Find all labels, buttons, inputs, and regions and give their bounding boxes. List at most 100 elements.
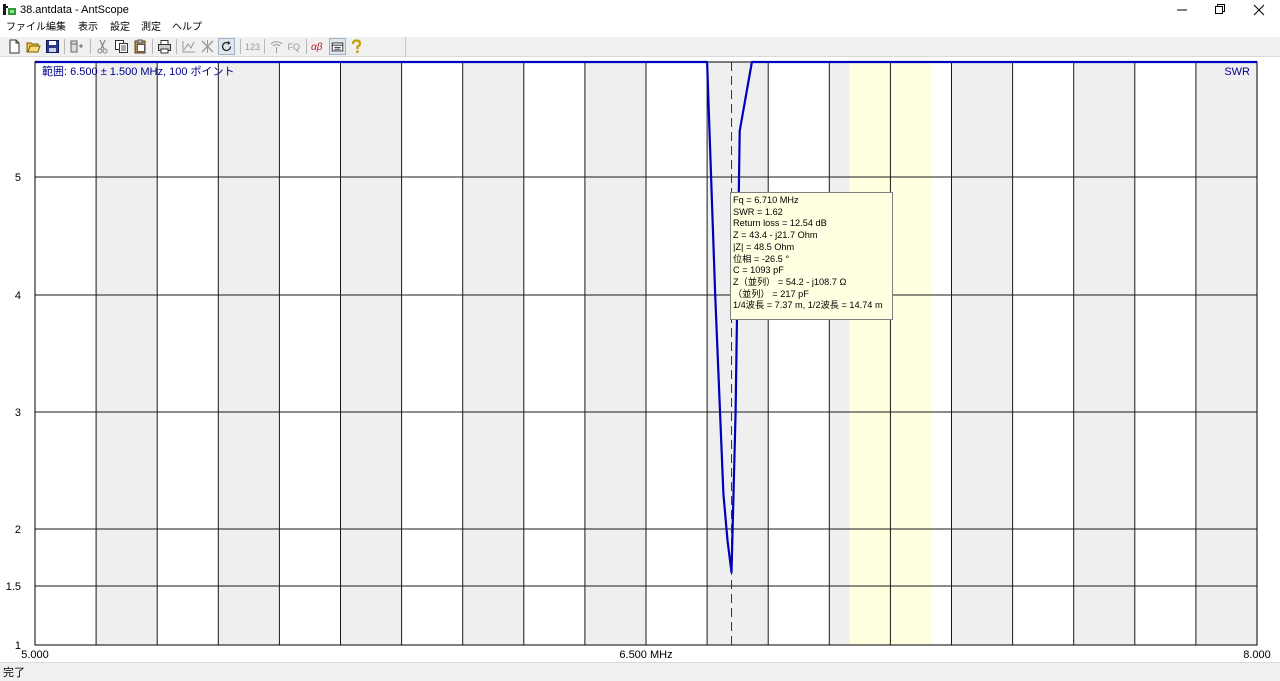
add-marker-icon <box>70 40 83 53</box>
tooltip-capacitance: C = 1093 pF <box>733 265 784 276</box>
grid-column-band <box>401 62 463 645</box>
menu-file[interactable]: ファイル <box>6 21 46 35</box>
minimize-button[interactable] <box>1165 0 1199 20</box>
alpha-beta-label: αβ <box>311 42 323 53</box>
grid-column-band <box>1012 62 1074 645</box>
grid-column-band <box>584 62 646 645</box>
minimize-icon <box>1177 9 1187 11</box>
close-icon <box>1253 4 1265 16</box>
antenna-button[interactable] <box>268 38 285 55</box>
grid-column-band <box>1134 62 1196 645</box>
swr-chart[interactable]: 5 4 3 2 1.5 1 5.000 6.500 MHz 8.000 範囲: 6.500 ±… <box>0 57 1280 662</box>
grid-column-band <box>462 62 524 645</box>
save-disk-icon <box>46 40 59 53</box>
restore-button[interactable] <box>1202 0 1236 20</box>
graph-icon <box>182 41 195 53</box>
antenna-icon <box>270 41 283 53</box>
grid-column-band <box>157 62 219 645</box>
grid-column-band <box>951 62 1013 645</box>
grid-column-band <box>646 62 708 645</box>
tooltip-parallel-impedance: Z（並列） = 54.2 - j108.7 Ω <box>733 276 847 287</box>
graph-button[interactable] <box>180 38 197 55</box>
toolbar: 123 FQ αβ <box>0 37 1280 57</box>
print-button[interactable] <box>156 38 173 55</box>
open-folder-icon <box>26 42 41 53</box>
help-icon <box>351 39 362 53</box>
numeric-display-button[interactable]: 123 <box>244 38 262 55</box>
toolbar-separator <box>240 39 241 54</box>
status-bar: 完了 <box>0 662 1280 681</box>
alpha-beta-icon: αβ <box>311 42 323 53</box>
status-text: 完了 <box>3 667 25 679</box>
x-tick-label: 6.500 MHz <box>619 649 672 661</box>
toolbar-separator <box>152 39 153 54</box>
grid-column-band <box>218 62 280 645</box>
refresh-icon <box>221 40 232 52</box>
grid-column-band <box>707 62 769 645</box>
menu-view[interactable]: 表示 <box>78 21 98 35</box>
menu-measure[interactable]: 測定 <box>141 21 161 35</box>
x-tick-label: 5.000 <box>21 649 49 661</box>
tooltip-parallel-capacitance: （並列） = 217 pF <box>733 288 809 299</box>
help-button[interactable] <box>348 38 365 55</box>
panel-icon <box>331 42 344 52</box>
numeric-123-icon: 123 <box>245 42 260 52</box>
copy-icon <box>115 40 128 53</box>
numeric-label: 123 <box>245 42 260 52</box>
open-folder-button[interactable] <box>25 38 42 55</box>
grid-column-band <box>1073 62 1135 645</box>
window-title: 38.antdata - AntScope <box>20 4 129 16</box>
grid-column-band <box>1195 62 1257 645</box>
grid-column-band <box>35 62 97 645</box>
panel-button[interactable] <box>329 38 346 55</box>
clear-marker-button[interactable] <box>199 38 216 55</box>
y-tick-label: 5 <box>15 172 21 184</box>
refresh-button[interactable] <box>218 38 235 55</box>
tooltip-impedance: Z = 43.4 - j21.7 Ohm <box>733 230 818 241</box>
tooltip-impedance-magnitude: |Z| = 48.5 Ohm <box>733 241 795 252</box>
grid-column-band <box>279 62 341 645</box>
new-file-icon <box>9 39 20 54</box>
y-tick-label: 3 <box>15 407 21 419</box>
y-tick-label: 4 <box>15 290 21 302</box>
cut-icon <box>97 39 108 54</box>
copy-button[interactable] <box>113 38 130 55</box>
print-icon <box>158 40 171 54</box>
toolbar-separator <box>306 39 307 54</box>
paste-button[interactable] <box>132 38 149 55</box>
grid-column-band <box>340 62 402 645</box>
y-tick-label: 1.5 <box>6 581 21 593</box>
cursor-info-tooltip: Fq = 6.710 MHz SWR = 1.62 Return loss = … <box>730 192 893 320</box>
menu-edit[interactable]: 編集 <box>46 21 66 35</box>
series-label: SWR <box>1224 66 1250 78</box>
close-button[interactable] <box>1242 0 1276 20</box>
toolbar-separator <box>64 39 65 54</box>
toolbar-separator <box>176 39 177 54</box>
grid-column-band <box>96 62 158 645</box>
menu-help[interactable]: ヘルプ <box>172 21 202 35</box>
grid-column-band <box>523 62 585 645</box>
frequency-button[interactable]: FQ <box>286 38 304 55</box>
tooltip-phase: 位相 = -26.5 ° <box>733 253 790 264</box>
tooltip-swr: SWR = 1.62 <box>733 206 783 217</box>
cut-button[interactable] <box>94 38 111 55</box>
y-tick-label: 2 <box>15 524 21 536</box>
tooltip-frequency: Fq = 6.710 MHz <box>733 195 799 205</box>
paste-icon <box>134 39 146 54</box>
add-marker-button[interactable] <box>68 38 85 55</box>
y-tick-label: 1 <box>15 640 21 652</box>
menu-bar: ファイル 編集 表示 設定 測定 ヘルプ <box>0 20 1280 37</box>
antscope-app-icon <box>3 3 16 16</box>
swr-chart-area[interactable]: 5 4 3 2 1.5 1 5.000 6.500 MHz 8.000 範囲: 6.500 ±… <box>0 57 1280 662</box>
new-file-button[interactable] <box>6 38 23 55</box>
toolbar-separator <box>264 39 265 54</box>
toolbar-separator <box>90 39 91 54</box>
menu-settings[interactable]: 設定 <box>110 21 130 35</box>
x-tick-label: 8.000 <box>1243 649 1271 661</box>
alpha-beta-button[interactable]: αβ <box>310 38 327 55</box>
tooltip-wavelength: 1/4波長 = 7.37 m, 1/2波長 = 14.74 m <box>733 300 883 311</box>
range-label: 範囲: 6.500 ± 1.500 MHz, 100 ポイント <box>42 64 235 78</box>
toolbar-button-row: 123 FQ αβ <box>0 37 406 56</box>
tooltip-return-loss: Return loss = 12.54 dB <box>733 218 827 229</box>
save-button[interactable] <box>44 38 61 55</box>
